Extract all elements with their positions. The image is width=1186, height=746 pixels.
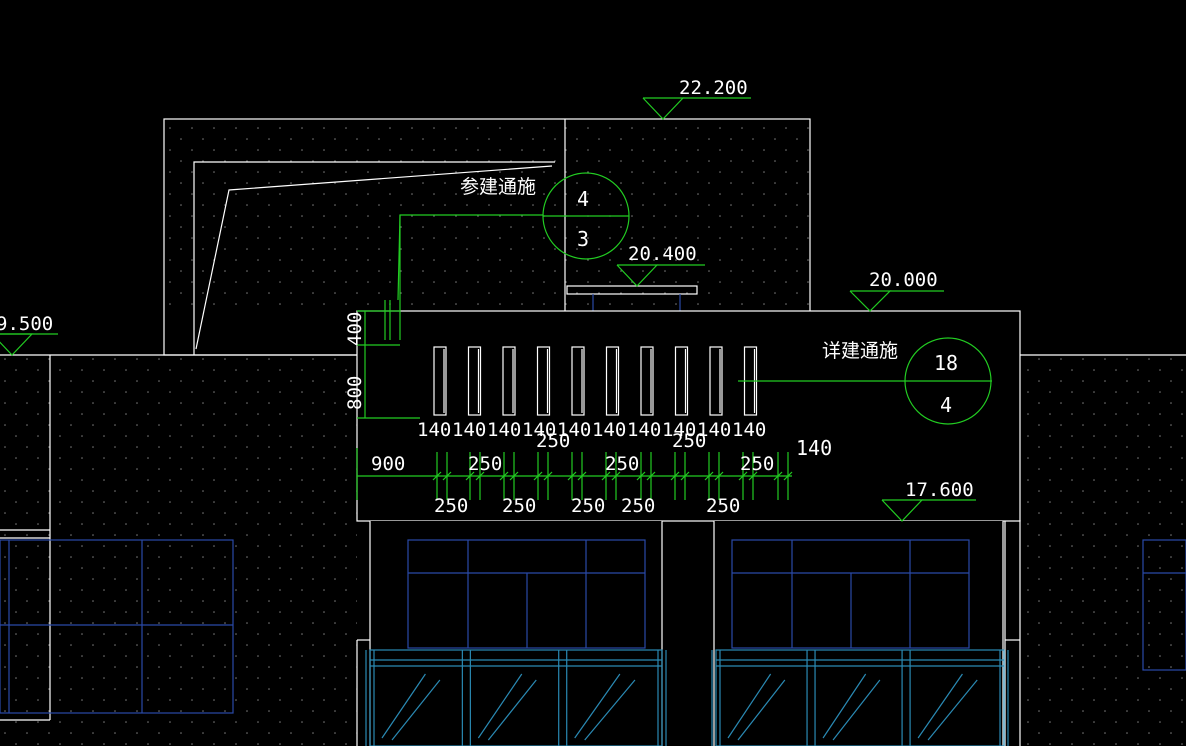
bar-width-label: 140 (592, 419, 626, 441)
svg-text:9.500: 9.500 (0, 313, 53, 335)
gap-label-upper: 250 (672, 430, 706, 452)
bar-width-label: 140 (417, 419, 451, 441)
bar-width-label: 140 (487, 419, 521, 441)
callout-a-number: 4 (577, 187, 589, 211)
svg-text:17.600: 17.600 (905, 479, 974, 501)
elevation-marker-9500: 9.500 (0, 313, 58, 356)
bar-width-label: 140 (452, 419, 486, 441)
callout-b-note: 详建通施 (822, 340, 898, 362)
dim-label-row2: 250 (571, 495, 605, 517)
lower-walls (356, 521, 1004, 746)
dim-label-row1: 250 (740, 453, 774, 475)
dim-800: 800 (344, 376, 366, 410)
dim-label-row2: 250 (502, 495, 536, 517)
dim-right-140: 140 (796, 436, 832, 460)
svg-text:20.400: 20.400 (628, 243, 697, 265)
dim-label-row2: 250 (434, 495, 468, 517)
dim-400: 400 (344, 312, 366, 346)
gap-label-upper: 250 (536, 430, 570, 452)
elevation-marker-20000: 20.000 (849, 269, 944, 312)
dim-label-row2: 250 (621, 495, 655, 517)
dim-label-row1: 250 (605, 453, 639, 475)
elevation-marker-22200: 22.200 (642, 77, 751, 120)
callout-b-number: 18 (934, 351, 958, 375)
callout-a-sheet: 3 (577, 227, 589, 251)
svg-text:20.000: 20.000 (869, 269, 938, 291)
callout-a-note: 参建通施 (460, 176, 536, 198)
dim-label-row2: 250 (706, 495, 740, 517)
dim-label-row1: 250 (468, 453, 502, 475)
cad-drawing-canvas[interactable]: 140 140 140 140 140 140 140 140 140 140250 250 (0, 0, 1186, 746)
svg-text:22.200: 22.200 (679, 77, 748, 99)
dim-label-row1: 900 (371, 453, 405, 475)
callout-b-sheet: 4 (940, 393, 952, 417)
bar-width-label: 140 (627, 419, 661, 441)
bar-width-label: 140 (732, 419, 766, 441)
